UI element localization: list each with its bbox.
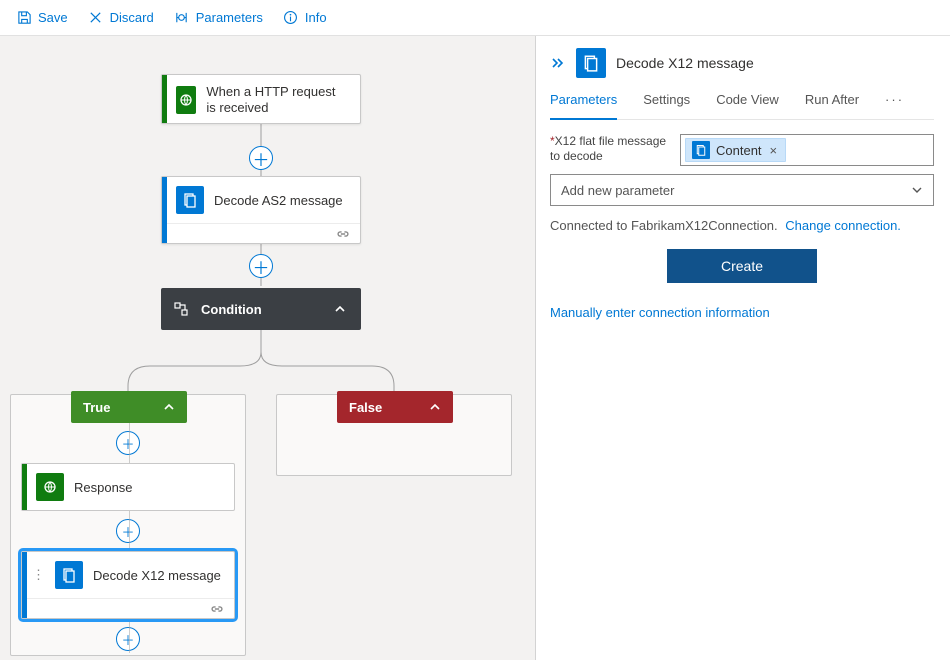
token-label: Content [716, 143, 762, 158]
decode-x12-card[interactable]: ⋮ Decode X12 message [21, 551, 235, 619]
save-label: Save [38, 10, 68, 25]
tab-settings[interactable]: Settings [643, 92, 690, 113]
add-parameter-dropdown[interactable]: Add new parameter [550, 174, 934, 206]
field-label: *X12 flat file message to decode [550, 134, 670, 164]
panel-title: Decode X12 message [616, 55, 754, 71]
response-icon [36, 473, 64, 501]
card-accent [162, 75, 167, 123]
content-input[interactable]: Content × [680, 134, 934, 166]
drag-handle-icon[interactable]: ⋮ [32, 567, 45, 583]
response-card[interactable]: Response [21, 463, 235, 511]
condition-icon [173, 301, 189, 317]
condition-card[interactable]: Condition [161, 288, 361, 330]
add-step-button[interactable]: ＋ [116, 519, 140, 543]
false-label: False [349, 400, 382, 415]
tab-runafter[interactable]: Run After [805, 92, 859, 113]
condition-title: Condition [201, 302, 319, 317]
trigger-title: When a HTTP request is received [206, 84, 348, 115]
save-button[interactable]: Save [8, 6, 76, 30]
card-footer [162, 223, 360, 243]
response-title: Response [74, 480, 133, 495]
card-accent [22, 464, 27, 510]
connection-status: Connected to FabrikamX12Connection. Chan… [550, 218, 934, 233]
discard-button[interactable]: Discard [80, 6, 162, 30]
chevron-up-icon[interactable] [331, 300, 349, 318]
true-label: True [83, 400, 110, 415]
details-panel: Decode X12 message Parameters Settings C… [535, 36, 950, 660]
add-step-button[interactable]: ＋ [249, 146, 273, 170]
save-icon [16, 10, 32, 26]
http-icon [176, 86, 196, 114]
link-icon [210, 604, 224, 614]
remove-token-icon[interactable]: × [768, 143, 780, 158]
trigger-card[interactable]: When a HTTP request is received [161, 74, 361, 124]
true-header: True [71, 391, 187, 423]
tab-more[interactable]: ··· [885, 92, 904, 113]
card-footer [22, 598, 234, 618]
parameters-label: Parameters [196, 10, 263, 25]
manual-connection-link[interactable]: Manually enter connection information [550, 305, 934, 320]
toolbar: Save Discard Parameters Info [0, 0, 950, 36]
decode-as2-title: Decode AS2 message [214, 193, 343, 208]
designer-canvas[interactable]: When a HTTP request is received ＋ Decode… [0, 36, 535, 660]
parameters-button[interactable]: Parameters [166, 6, 271, 30]
add-step-button[interactable]: ＋ [249, 254, 273, 278]
file-icon [692, 141, 710, 159]
decode-as2-card[interactable]: Decode AS2 message [161, 176, 361, 244]
info-icon [283, 10, 299, 26]
true-branch[interactable]: True ＋ Response ＋ ⋮ [10, 394, 246, 656]
parameters-icon [174, 10, 190, 26]
tab-codeview[interactable]: Code View [716, 92, 779, 113]
info-button[interactable]: Info [275, 6, 335, 30]
chevron-down-icon [911, 184, 923, 196]
false-header: False [337, 391, 453, 423]
discard-label: Discard [110, 10, 154, 25]
chevron-up-icon[interactable] [429, 401, 441, 413]
add-parameter-label: Add new parameter [561, 183, 674, 198]
collapse-panel-icon[interactable] [550, 56, 566, 70]
change-connection-link[interactable]: Change connection. [785, 218, 901, 233]
add-step-button[interactable]: ＋ [116, 627, 140, 651]
card-accent [162, 177, 167, 243]
false-branch[interactable]: False [276, 394, 512, 476]
content-token[interactable]: Content × [685, 138, 786, 162]
tab-parameters[interactable]: Parameters [550, 92, 617, 120]
add-step-button[interactable]: ＋ [116, 431, 140, 455]
chevron-up-icon[interactable] [163, 401, 175, 413]
card-accent [22, 552, 27, 618]
file-icon [176, 186, 204, 214]
decode-x12-title: Decode X12 message [93, 568, 221, 583]
discard-icon [88, 10, 104, 26]
create-button[interactable]: Create [667, 249, 817, 283]
file-icon [576, 48, 606, 78]
info-label: Info [305, 10, 327, 25]
panel-tabs: Parameters Settings Code View Run After … [550, 92, 934, 120]
link-icon [336, 229, 350, 239]
file-icon [55, 561, 83, 589]
